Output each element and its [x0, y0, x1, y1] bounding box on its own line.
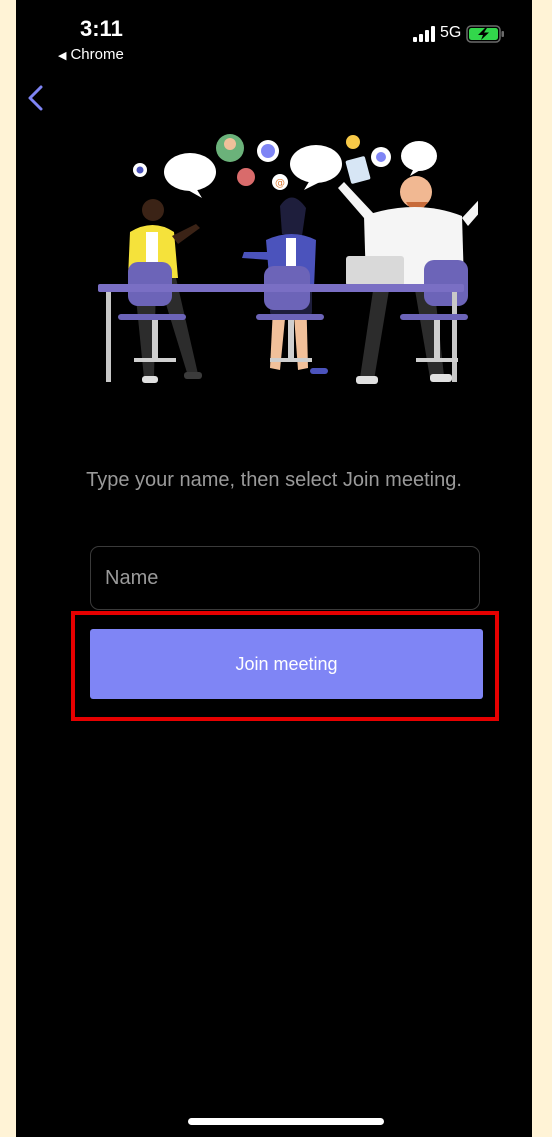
status-bar: 3:11 ◀ Chrome 5G	[16, 0, 532, 70]
meeting-illustration: @	[98, 134, 478, 384]
back-app-label: Chrome	[70, 46, 124, 63]
name-field[interactable]	[90, 546, 480, 610]
network-type: 5G	[440, 24, 462, 41]
app-screen: 3:11 ◀ Chrome 5G @ Type your name, then …	[16, 0, 532, 1137]
join-meeting-button[interactable]: Join meeting	[90, 629, 483, 699]
svg-text:@: @	[275, 178, 285, 189]
signal-icon	[413, 26, 435, 42]
battery-charging-icon	[466, 25, 504, 43]
home-indicator[interactable]	[188, 1118, 384, 1125]
back-triangle-icon: ◀	[58, 50, 67, 62]
status-time: 3:11	[80, 16, 123, 41]
back-to-app-link[interactable]: ◀ Chrome	[58, 46, 124, 63]
chevron-left-icon[interactable]	[24, 84, 48, 112]
join-instruction: Type your name, then select Join meeting…	[86, 469, 462, 491]
name-input[interactable]	[91, 547, 479, 609]
